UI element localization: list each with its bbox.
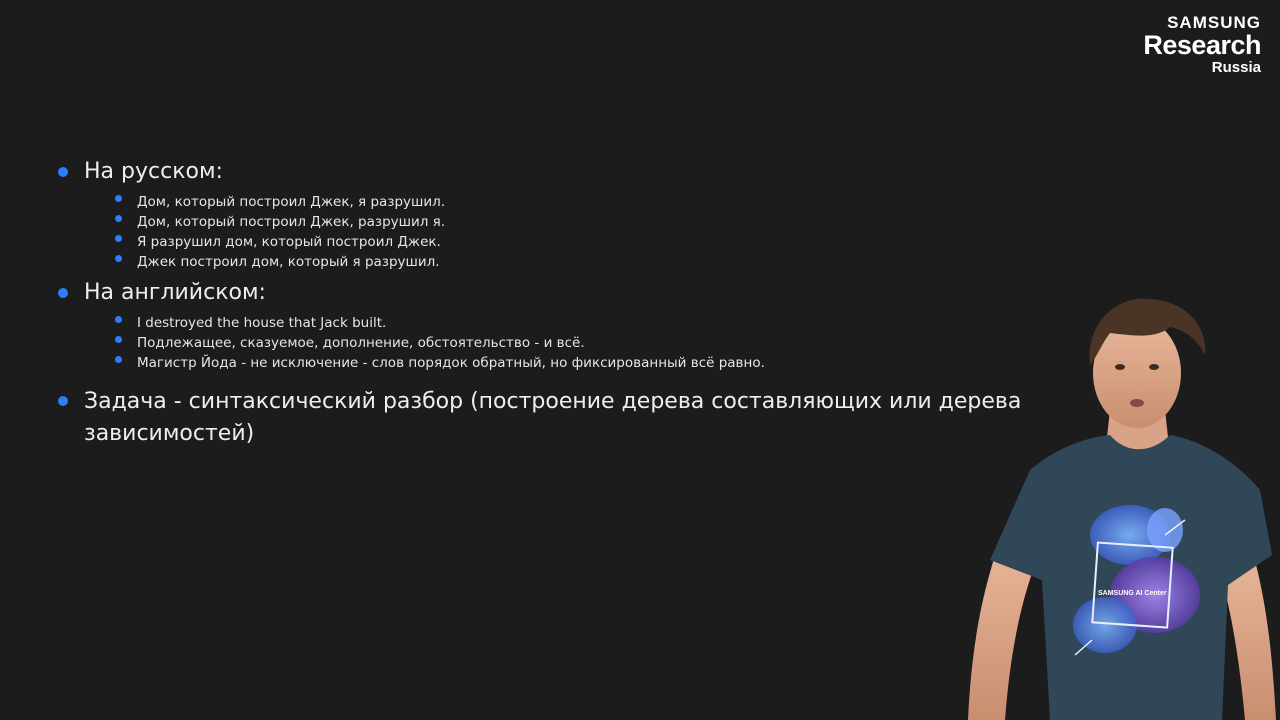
task-text: Задача - синтаксический разбор (построен…	[84, 389, 1022, 446]
section-heading-russian: На русском:	[84, 159, 223, 184]
bullet-icon	[115, 316, 122, 323]
section-heading-english: На английском:	[84, 280, 266, 305]
bullet-icon	[115, 215, 122, 222]
bullet-icon	[115, 195, 122, 202]
samsung-research-logo: SAMSUNG Research Russia	[1143, 14, 1261, 75]
bullet-icon	[58, 288, 68, 298]
list-item: I destroyed the house that Jack built.	[137, 315, 387, 331]
bullet-icon	[115, 356, 122, 363]
logo-line-samsung: SAMSUNG	[1167, 13, 1261, 32]
slide: SAMSUNG Research Russia На русском: Дом,…	[0, 0, 1280, 720]
bullet-icon	[115, 235, 122, 242]
list-item: Я разрушил дом, который построил Джек.	[137, 234, 441, 250]
logo-line-research: Research	[1143, 30, 1261, 60]
list-item: Дом, который построил Джек, я разрушил.	[137, 194, 446, 210]
tshirt-print-text: SAMSUNG AI Center	[1098, 590, 1167, 597]
list-item: Дом, который построил Джек, разрушил я.	[137, 214, 446, 230]
list-item: Магистр Йода - не исключение - слов поря…	[137, 355, 765, 371]
presenter-image: SAMSUNG AI Center	[968, 298, 1276, 720]
bullet-icon	[115, 255, 122, 262]
list-item: Джек построил дом, который я разрушил.	[137, 254, 440, 270]
bullet-icon	[115, 336, 122, 343]
bullet-icon	[58, 167, 68, 177]
bullet-icon	[58, 396, 68, 406]
list-item: Подлежащее, сказуемое, дополнение, обсто…	[137, 335, 585, 351]
logo-line-russia: Russia	[1211, 59, 1261, 76]
